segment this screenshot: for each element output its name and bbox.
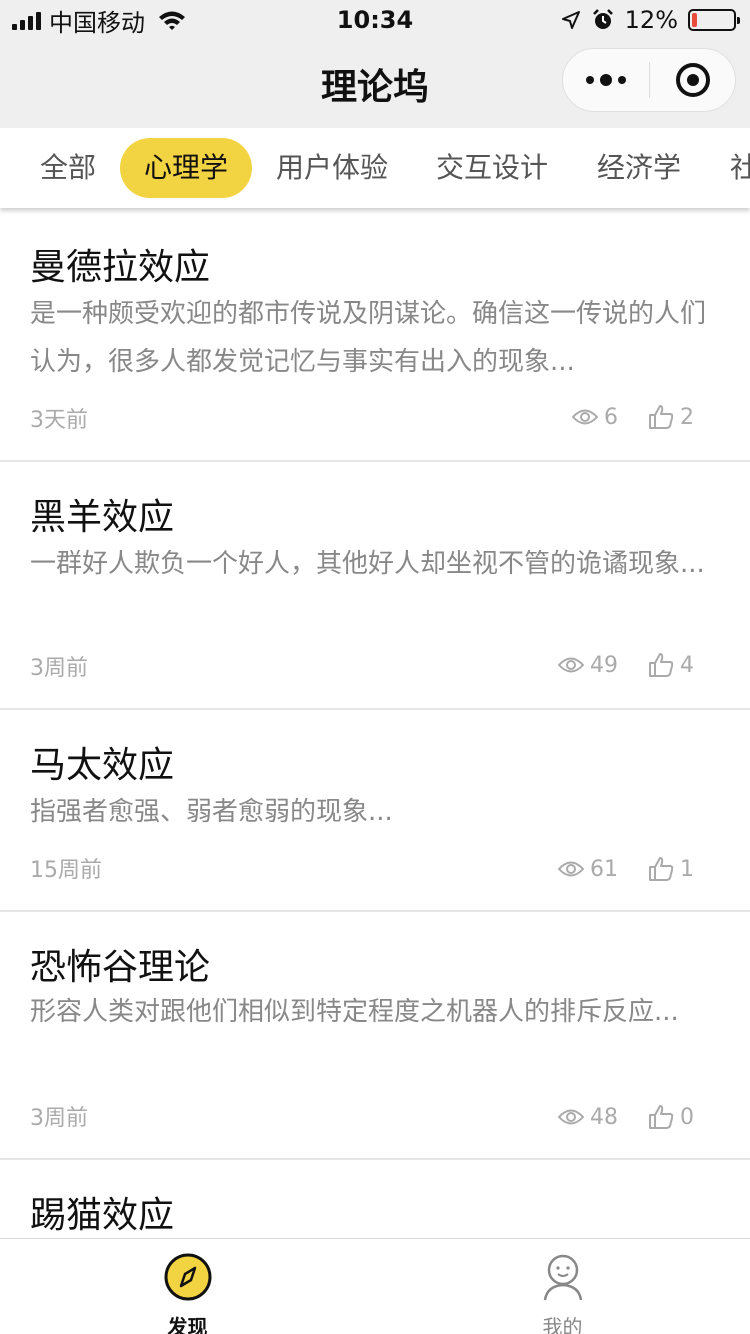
like-count: 2 <box>680 404 694 430</box>
status-bar: 中国移动 10:34 12% <box>0 0 750 40</box>
eye-icon <box>558 657 584 673</box>
article-title: 曼德拉效应 <box>30 247 211 288</box>
more-dot-icon <box>600 74 612 86</box>
article-title: 马太效应 <box>30 745 175 786</box>
eye-icon <box>558 1109 584 1125</box>
list-item[interactable]: 恐怖谷理论 形容人类对跟他们相似到特定程度之机器人的排斥反应... 3周前 48… <box>0 912 750 1160</box>
tab-psychology[interactable]: 心理学 <box>120 138 253 198</box>
article-meta: 48 0 <box>558 1104 694 1130</box>
article-time: 3周前 <box>30 1106 88 1131</box>
article-time: 3天前 <box>30 408 88 433</box>
category-tabs: 全部 心理学 用户体验 交互设计 经济学 社 <box>0 128 750 208</box>
location-arrow-icon <box>561 11 580 29</box>
status-right: 12% <box>561 6 740 34</box>
thumbs-up-icon[interactable] <box>648 856 674 882</box>
thumbs-up-icon[interactable] <box>648 652 674 678</box>
close-button[interactable] <box>650 49 735 111</box>
list-item[interactable]: 踢猫效应 <box>0 1160 750 1238</box>
eye-icon <box>558 861 584 877</box>
tab-economics[interactable]: 经济学 <box>573 138 705 198</box>
view-count: 48 <box>590 1104 618 1130</box>
article-time: 3周前 <box>30 656 88 681</box>
article-description: 形容人类对跟他们相似到特定程度之机器人的排斥反应... <box>30 997 679 1027</box>
battery-level <box>692 13 697 27</box>
miniprogram-capsule <box>562 48 736 112</box>
more-button[interactable] <box>563 49 649 111</box>
article-meta: 49 4 <box>558 652 694 678</box>
list-item[interactable]: 马太效应 指强者愈强、弱者愈弱的现象... 15周前 61 1 <box>0 710 750 912</box>
article-description: 指强者愈强、弱者愈弱的现象... <box>30 797 393 827</box>
close-target-icon <box>675 63 710 97</box>
tab-user-experience[interactable]: 用户体验 <box>252 138 412 198</box>
alarm-icon <box>592 9 613 29</box>
view-count: 49 <box>590 652 618 678</box>
like-count: 0 <box>680 1104 694 1130</box>
article-description: 一群好人欺负一个好人，其他好人却坐视不管的诡谲现象... <box>30 549 705 579</box>
person-icon <box>543 1254 582 1301</box>
eye-icon <box>572 409 598 425</box>
list-item[interactable]: 曼德拉效应 是一种颇受欢迎的都市传说及阴谋论。确信这一传说的人们认为，很多人都发… <box>0 208 750 462</box>
article-meta: 61 1 <box>558 856 694 882</box>
list-item[interactable]: 黑羊效应 一群好人欺负一个好人，其他好人却坐视不管的诡谲现象... 3周前 49… <box>0 462 750 710</box>
thumbs-up-icon[interactable] <box>648 1104 674 1130</box>
battery-percent: 12% <box>624 6 678 34</box>
tab-discover-label: 发现 <box>167 1315 208 1334</box>
more-dot-icon <box>618 76 626 84</box>
thumbs-up-icon[interactable] <box>648 404 674 430</box>
battery-icon <box>688 9 740 31</box>
navigation-bar: 理论坞 <box>0 40 750 128</box>
view-count: 6 <box>604 404 618 430</box>
tab-mine[interactable]: 我的 <box>375 1239 750 1334</box>
bottom-tab-bar: 发现 我的 <box>0 1238 750 1334</box>
article-description: 是一种颇受欢迎的都市传说及阴谋论。确信这一传说的人们认为，很多人都发觉记忆与事实… <box>30 299 707 377</box>
view-count: 61 <box>590 856 618 882</box>
article-time: 15周前 <box>30 858 102 883</box>
tab-interaction-design[interactable]: 交互设计 <box>412 138 572 198</box>
compass-icon <box>164 1253 211 1301</box>
like-count: 1 <box>680 856 694 882</box>
tab-social[interactable]: 社 <box>706 138 750 198</box>
article-title: 黑羊效应 <box>30 497 175 538</box>
tab-mine-label: 我的 <box>542 1315 583 1334</box>
article-title: 踢猫效应 <box>30 1195 175 1236</box>
article-meta: 6 2 <box>572 404 694 430</box>
more-dot-icon <box>586 76 594 84</box>
article-list: 曼德拉效应 是一种颇受欢迎的都市传说及阴谋论。确信这一传说的人们认为，很多人都发… <box>0 208 750 1238</box>
like-count: 4 <box>680 652 694 678</box>
tab-discover[interactable]: 发现 <box>0 1239 375 1334</box>
tab-all[interactable]: 全部 <box>16 138 120 198</box>
article-title: 恐怖谷理论 <box>30 947 211 988</box>
